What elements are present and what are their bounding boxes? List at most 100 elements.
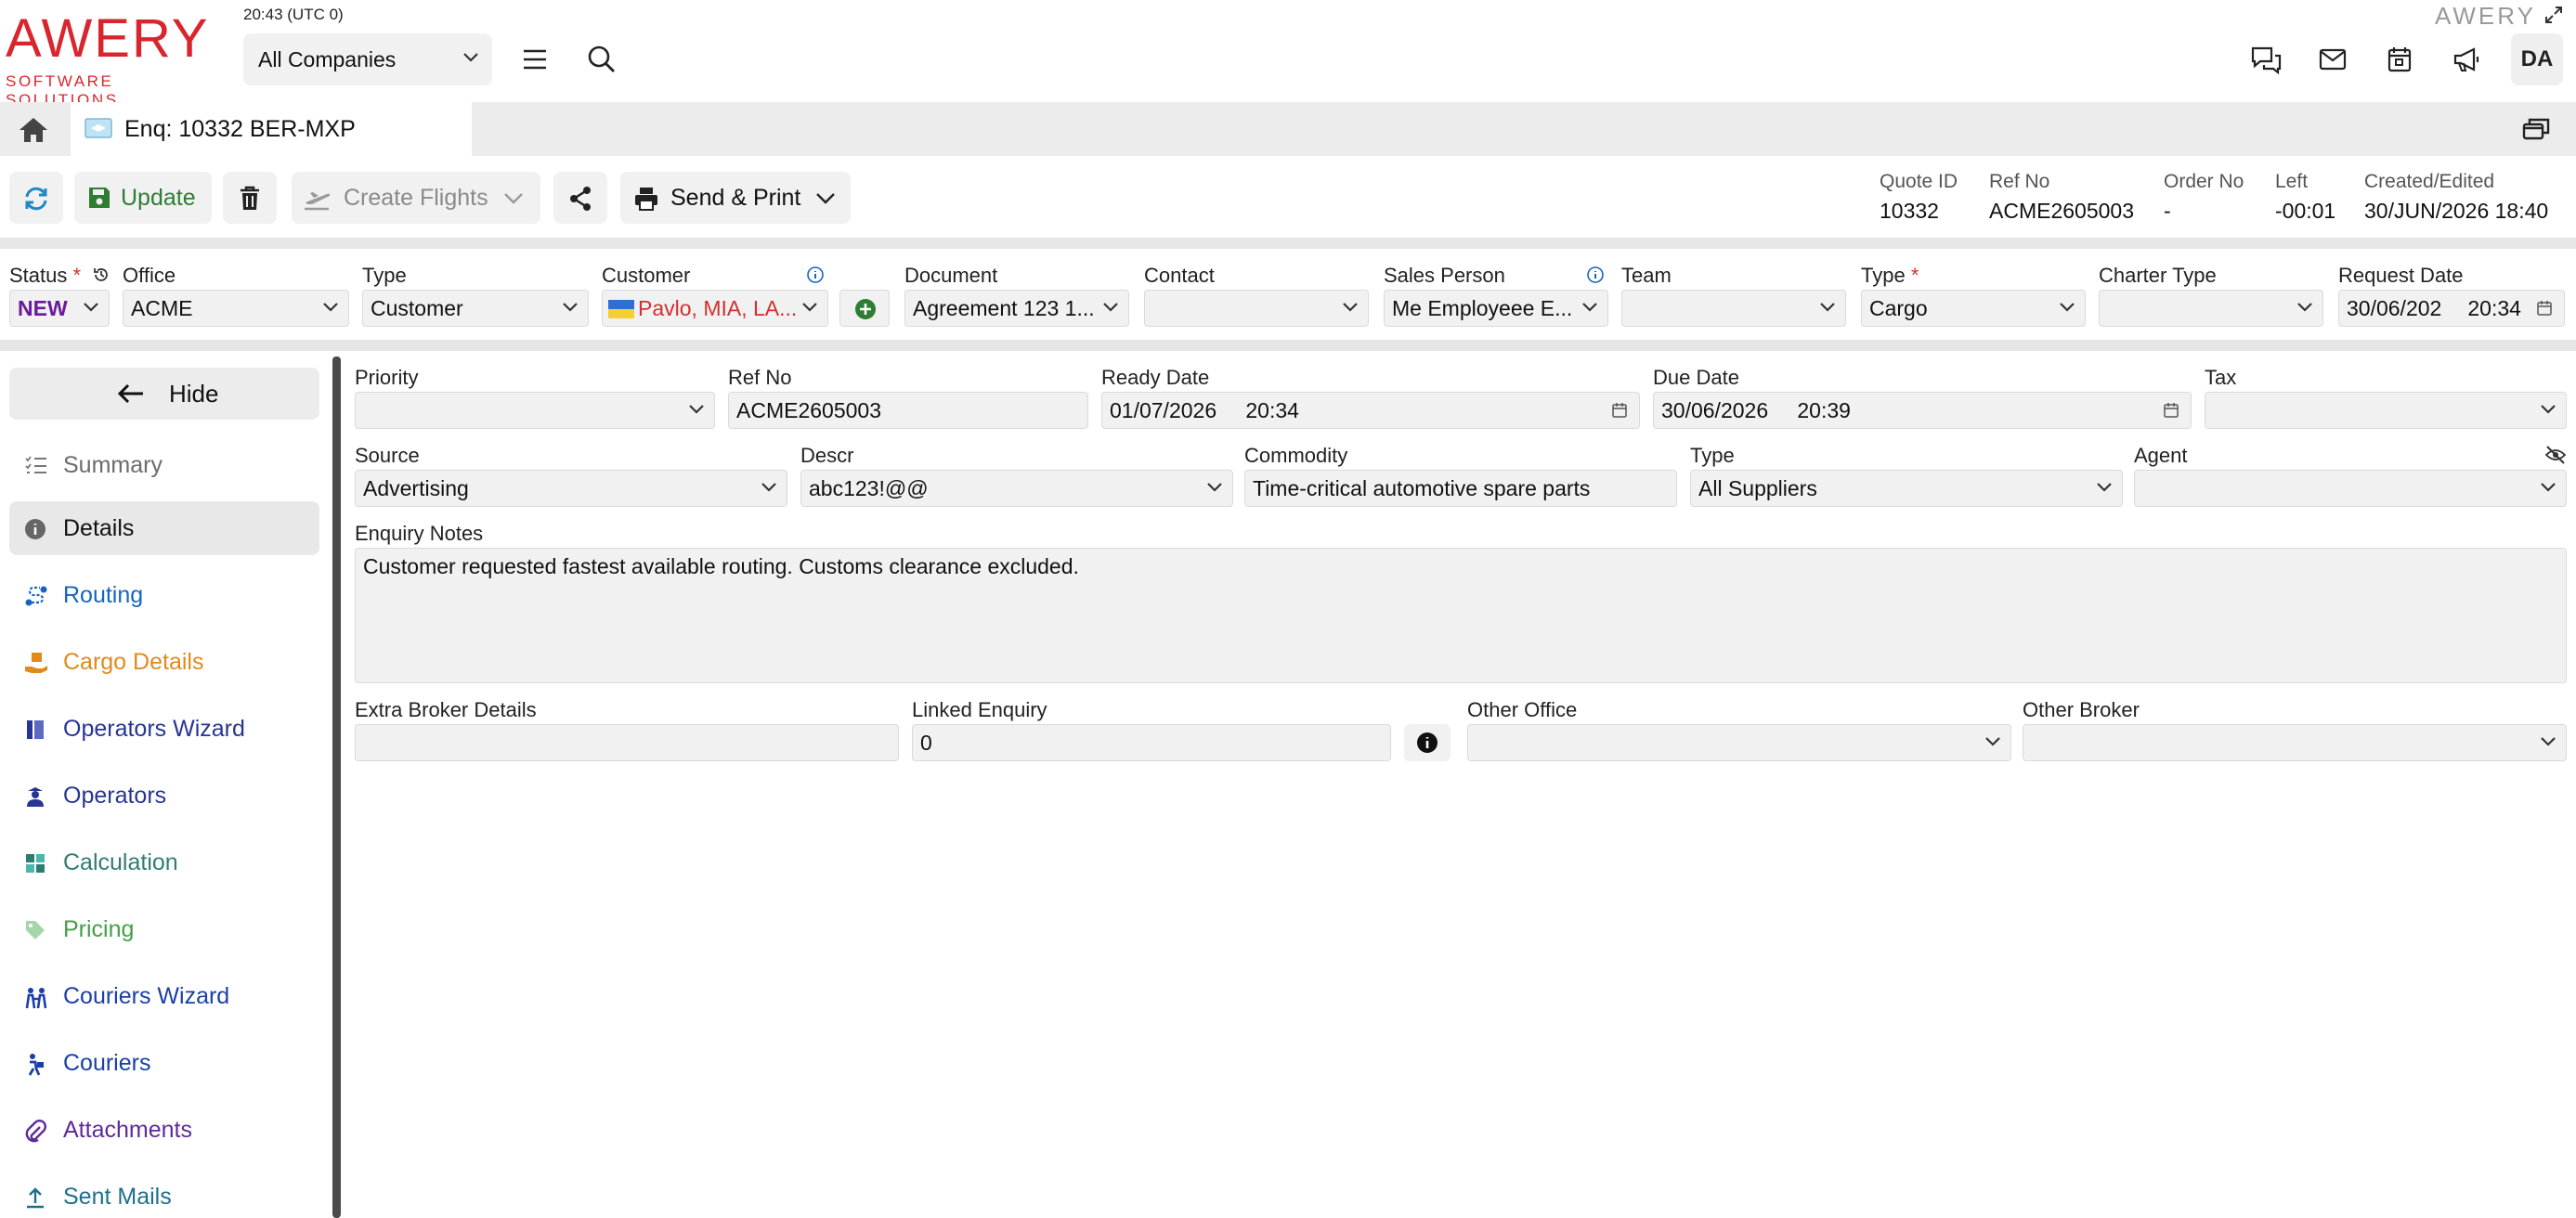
create-flights-button[interactable]: Create Flights (292, 172, 540, 224)
sidebar-item-details[interactable]: Details (9, 501, 319, 555)
priority-select[interactable] (355, 392, 715, 429)
sidebar-item-cargo-details[interactable]: Cargo Details (9, 635, 319, 689)
brand-small-logo: AWERY (2435, 2, 2536, 30)
contact-label: Contact (1144, 264, 1215, 287)
sidebar-item-label: Operators (63, 783, 167, 809)
company-select[interactable]: All Companies (243, 33, 492, 85)
extra-broker-field: Extra Broker Details (355, 698, 899, 761)
sales-person-field: Sales Person Me Employeee E... (1384, 264, 1608, 327)
sidebar-item-pricing[interactable]: Pricing (9, 902, 319, 956)
sidebar: Hide Summary Details Routing Cargo Detai… (0, 351, 331, 1218)
mail-button[interactable] (2314, 41, 2351, 78)
send-print-label: Send & Print (670, 185, 801, 211)
other-broker-select[interactable] (2023, 724, 2567, 761)
time-left: Left -00:01 (2275, 171, 2335, 224)
order-no-value: - (2164, 199, 2171, 223)
hide-sidebar-button[interactable]: Hide (9, 368, 319, 420)
status-label: Status (9, 264, 68, 287)
request-date-input[interactable]: 30/06/202 20:34 (2338, 290, 2565, 327)
info-icon[interactable] (806, 266, 825, 284)
delete-button[interactable] (223, 172, 277, 224)
chat-button[interactable] (2247, 41, 2284, 78)
sidebar-item-routing[interactable]: Routing (9, 568, 319, 622)
status-select[interactable]: NEW (9, 290, 110, 327)
tag-icon (26, 921, 45, 939)
awery-logo[interactable]: AWERY SOFTWARE SOLUTIONS (6, 11, 219, 110)
sidebar-item-attachments[interactable]: Attachments (9, 1103, 319, 1157)
customer-select[interactable]: Pavlo, MIA, LA... (602, 290, 828, 327)
charter-type-select[interactable] (2099, 290, 2323, 327)
trash-icon (241, 186, 259, 210)
contact-select[interactable] (1144, 290, 1369, 327)
menu-button[interactable] (516, 41, 553, 78)
request-date-value: 30/06/202 (2347, 296, 2442, 320)
ref-no-input[interactable]: ACME2605003 (728, 392, 1088, 429)
supplier-type-value: All Suppliers (1698, 476, 1817, 500)
other-broker-label: Other Broker (2023, 698, 2140, 721)
source-select[interactable]: Advertising (355, 470, 787, 507)
top-bar: AWERY SOFTWARE SOLUTIONS 20:43 (UTC 0) A… (0, 0, 2576, 110)
info-icon[interactable] (1586, 266, 1605, 284)
history-icon[interactable] (92, 266, 111, 284)
refresh-button[interactable] (9, 172, 63, 224)
other-office-select[interactable] (1467, 724, 2011, 761)
user-avatar[interactable]: DA (2511, 33, 2563, 85)
created-edited-label: Created/Edited (2364, 171, 2495, 192)
sidebar-scrollbar[interactable] (332, 356, 341, 1218)
calendar-icon[interactable] (2163, 402, 2179, 419)
order-no: Order No - (2164, 171, 2244, 224)
sidebar-item-sent-mails[interactable]: Sent Mails (9, 1170, 319, 1218)
clock: 20:43 (UTC 0) (243, 6, 344, 23)
fullscreen-button[interactable] (2543, 4, 2565, 26)
calendar-icon[interactable] (1611, 402, 1628, 419)
due-time-value: 20:39 (1797, 398, 1851, 422)
linked-enquiry-info-button[interactable] (1404, 724, 1451, 761)
sidebar-item-label: Operators Wizard (63, 716, 245, 742)
update-button[interactable]: Update (74, 172, 212, 224)
windows-button[interactable] (2522, 117, 2550, 141)
home-tab[interactable] (0, 102, 67, 156)
chevron-down-icon (761, 483, 776, 492)
ready-date-input[interactable]: 01/07/2026 20:34 (1101, 392, 1640, 429)
tax-select[interactable] (2205, 392, 2567, 429)
share-button[interactable] (553, 172, 607, 224)
sidebar-item-calculation[interactable]: Calculation (9, 836, 319, 889)
linked-enquiry-input[interactable]: 0 (912, 724, 1391, 761)
team-select[interactable] (1621, 290, 1846, 327)
sidebar-item-summary[interactable]: Summary (9, 438, 319, 492)
sidebar-item-couriers[interactable]: Couriers (9, 1036, 319, 1090)
descr-select[interactable]: abc123!@@ (800, 470, 1233, 507)
send-print-button[interactable]: Send & Print (620, 172, 851, 224)
tab-enquiry[interactable]: Enq: 10332 BER-MXP (71, 102, 472, 156)
chevron-down-icon (689, 405, 704, 414)
add-customer-button[interactable] (839, 290, 890, 327)
sidebar-item-operators[interactable]: Operators (9, 769, 319, 823)
document-select[interactable]: Agreement 123 1... (904, 290, 1129, 327)
extra-broker-input[interactable] (355, 724, 899, 761)
agent-field: Agent (2134, 444, 2567, 507)
info-circle-icon (25, 519, 46, 539)
enquiry-notes-textarea[interactable]: Customer requested fastest available rou… (355, 548, 2567, 683)
type-select[interactable]: Customer (362, 290, 589, 327)
sales-person-select[interactable]: Me Employeee E... (1384, 290, 1608, 327)
add-customer-field (839, 290, 890, 327)
office-select[interactable]: ACME (123, 290, 349, 327)
eye-slash-icon[interactable] (2544, 446, 2567, 464)
home-icon (20, 118, 47, 142)
courier-icon (28, 1054, 44, 1076)
cargo-type-select[interactable]: Cargo (1861, 290, 2086, 327)
chevron-down-icon (2060, 303, 2075, 312)
search-button[interactable] (583, 41, 620, 78)
due-date-input[interactable]: 30/06/2026 20:39 (1653, 392, 2192, 429)
mail-icon (2319, 48, 2347, 71)
announcements-button[interactable] (2448, 41, 2485, 78)
commodity-input[interactable]: Time-critical automotive spare parts (1244, 470, 1677, 507)
calendar-button[interactable] (2381, 41, 2418, 78)
agent-select[interactable] (2134, 470, 2567, 507)
sidebar-item-operators-wizard[interactable]: Operators Wizard (9, 702, 319, 756)
supplier-type-select[interactable]: All Suppliers (1690, 470, 2123, 507)
calendar-icon[interactable] (2536, 300, 2553, 317)
sidebar-item-couriers-wizard[interactable]: Couriers Wizard (9, 969, 319, 1023)
info-circle-icon (1417, 732, 1438, 753)
search-icon (588, 45, 615, 72)
